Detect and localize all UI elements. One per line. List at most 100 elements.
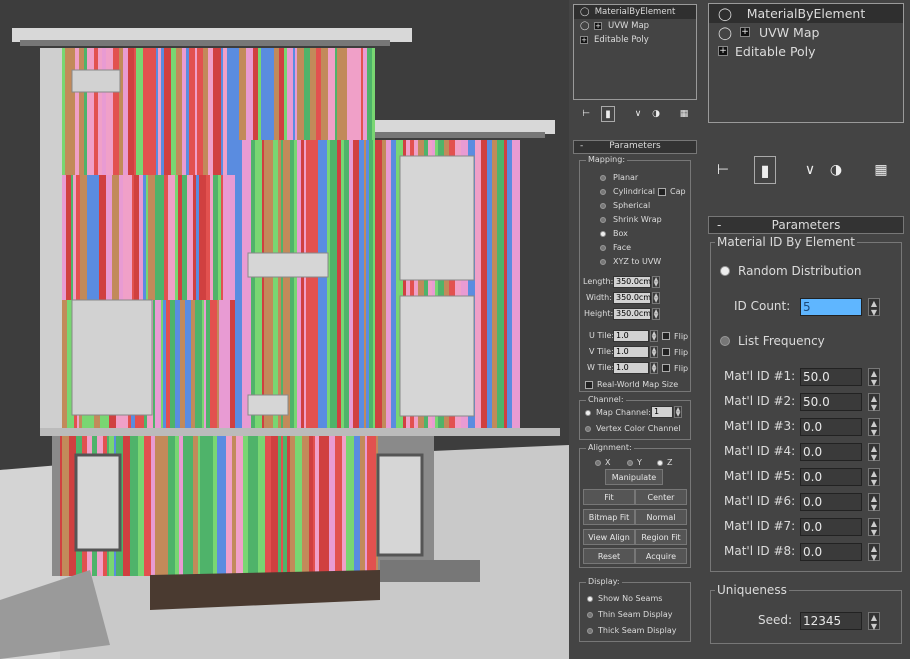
viewport[interactable] xyxy=(0,0,569,659)
show-end-result-icon[interactable]: ▮ xyxy=(754,156,776,184)
uvw-parameters-rollout[interactable]: - Parameters xyxy=(573,140,697,154)
seed-field[interactable]: 12345 xyxy=(800,612,862,630)
length-field[interactable]: 350.0cm xyxy=(613,276,651,288)
vertex-color-radio[interactable] xyxy=(585,426,591,432)
matl-id-spinner[interactable]: ▲ ▼ xyxy=(868,543,880,562)
wtile-field[interactable]: 1.0 xyxy=(613,362,649,374)
show-end-result-icon[interactable]: ▮ xyxy=(601,106,615,122)
display-radio-thin-seam-display[interactable] xyxy=(587,612,593,618)
expand-plus-icon[interactable]: + xyxy=(718,46,728,56)
stack-item-materialbyelement[interactable]: ◯ MaterialByElement xyxy=(709,4,903,23)
configure-sets-icon[interactable]: ▦ xyxy=(677,107,691,121)
id-count-spinner[interactable]: ▲ ▼ xyxy=(868,298,880,317)
expand-plus-icon[interactable]: + xyxy=(594,22,602,30)
pin-stack-icon[interactable]: ⊢ xyxy=(579,107,593,121)
mapping-radio-face[interactable] xyxy=(600,245,606,251)
height-field[interactable]: 350.0cm xyxy=(613,308,651,320)
mapping-option-label: Spherical xyxy=(613,201,651,210)
mapping-radio-box[interactable] xyxy=(600,231,606,237)
expand-plus-icon[interactable]: + xyxy=(740,27,750,37)
mapping-radio-cylindrical[interactable] xyxy=(600,189,606,195)
map-channel-field[interactable]: 1 xyxy=(651,406,673,418)
acquire-button[interactable]: Acquire xyxy=(635,548,687,564)
matl-id-field[interactable]: 50.0 xyxy=(800,368,862,386)
matl-id-spinner[interactable]: ▲ ▼ xyxy=(868,368,880,387)
configure-sets-icon[interactable]: ▦ xyxy=(870,160,892,180)
matl-id-field[interactable]: 50.0 xyxy=(800,393,862,411)
list-frequency-radio[interactable] xyxy=(720,336,730,346)
modifier-stack-small[interactable]: ◯ MaterialByElement ◯ + UVW Map + Editab… xyxy=(573,4,697,100)
matl-id-field[interactable]: 0.0 xyxy=(800,493,862,511)
matl-id-field[interactable]: 0.0 xyxy=(800,418,862,436)
center-button[interactable]: Center xyxy=(635,489,687,505)
width-field[interactable]: 350.0cm xyxy=(613,292,651,304)
rollout-title: Parameters xyxy=(609,141,661,151)
matl-id-spinner[interactable]: ▲ ▼ xyxy=(868,493,880,512)
wtile-spinner[interactable]: ▲ ▼ xyxy=(650,362,658,374)
mapping-radio-planar[interactable] xyxy=(600,175,606,181)
matl-id-spinner[interactable]: ▲ ▼ xyxy=(868,393,880,412)
matl-id-spinner[interactable]: ▲ ▼ xyxy=(868,418,880,437)
random-distribution-radio[interactable] xyxy=(720,266,730,276)
matl-id-field[interactable]: 0.0 xyxy=(800,443,862,461)
region-fit-button[interactable]: Region Fit xyxy=(635,529,687,545)
stack-item-editablepoly[interactable]: + Editable Poly xyxy=(709,42,903,61)
remove-modifier-icon[interactable]: ◑ xyxy=(649,107,663,121)
rollout-collapse-icon[interactable]: - xyxy=(717,217,721,233)
uflip-checkbox[interactable] xyxy=(662,332,670,340)
wflip-checkbox[interactable] xyxy=(662,364,670,372)
vflip-checkbox[interactable] xyxy=(662,348,670,356)
stack-item-uvwmap[interactable]: ◯ + UVW Map xyxy=(574,19,696,33)
expand-plus-icon[interactable]: + xyxy=(580,36,588,44)
matl-id-field[interactable]: 0.0 xyxy=(800,518,862,536)
remove-modifier-icon[interactable]: ◑ xyxy=(826,160,846,180)
mapping-radio-shrink-wrap[interactable] xyxy=(600,217,606,223)
lightbulb-icon[interactable]: ◯ xyxy=(580,19,590,33)
mapping-radio-spherical[interactable] xyxy=(600,203,606,209)
rollout-collapse-icon[interactable]: - xyxy=(580,141,583,151)
pin-stack-icon[interactable]: ⊢ xyxy=(712,160,734,180)
height-spinner[interactable]: ▲ ▼ xyxy=(652,308,660,320)
reset-button[interactable]: Reset xyxy=(583,548,635,564)
matl-id-field[interactable]: 0.0 xyxy=(800,543,862,561)
utile-spinner[interactable]: ▲ ▼ xyxy=(650,330,658,342)
normal-align-button[interactable]: Normal Align xyxy=(635,509,687,538)
axis-x-radio[interactable] xyxy=(595,460,601,466)
matl-id-spinner[interactable]: ▲ ▼ xyxy=(868,468,880,487)
mapping-option-label: Planar xyxy=(613,173,639,182)
display-radio-thick-seam-display[interactable] xyxy=(587,628,593,634)
id-count-field[interactable]: 5 xyxy=(800,298,862,316)
utile-field[interactable]: 1.0 xyxy=(613,330,649,342)
make-unique-icon[interactable]: ∨ xyxy=(631,107,645,121)
matl-id-field[interactable]: 0.0 xyxy=(800,468,862,486)
matl-id-spinner[interactable]: ▲ ▼ xyxy=(868,443,880,462)
vtile-field[interactable]: 1.0 xyxy=(613,346,649,358)
bitmap-fit-button[interactable]: Bitmap Fit xyxy=(583,509,635,525)
mbe-parameters-rollout[interactable]: - Parameters xyxy=(708,216,904,234)
view-align-button[interactable]: View Align xyxy=(583,529,635,545)
fit-button[interactable]: Fit xyxy=(583,489,635,505)
seed-spinner[interactable]: ▲ ▼ xyxy=(868,612,880,631)
manipulate-button[interactable]: Manipulate xyxy=(605,469,663,485)
lightbulb-icon[interactable]: ◯ xyxy=(718,23,732,42)
stack-item-uvwmap[interactable]: ◯ + UVW Map xyxy=(709,23,903,42)
stack-item-materialbyelement[interactable]: ◯ MaterialByElement xyxy=(574,5,696,19)
stack-toolbar-large: ⊢ ▮ ∨ ◑ ▦ xyxy=(708,154,904,184)
realworld-checkbox[interactable] xyxy=(585,381,593,389)
mapping-radio-xyz-to-uvw[interactable] xyxy=(600,259,606,265)
modifier-stack-large[interactable]: ◯ MaterialByElement ◯ + UVW Map + Editab… xyxy=(708,3,904,123)
map-channel-radio[interactable] xyxy=(585,410,591,416)
group-title: Material ID By Element xyxy=(715,235,857,249)
stack-item-editablepoly[interactable]: + Editable Poly xyxy=(574,33,696,47)
matl-id-spinner[interactable]: ▲ ▼ xyxy=(868,518,880,537)
length-spinner[interactable]: ▲ ▼ xyxy=(652,276,660,288)
width-spinner[interactable]: ▲ ▼ xyxy=(652,292,660,304)
axis-y-radio[interactable] xyxy=(627,460,633,466)
map-channel-spinner[interactable]: ▲ ▼ xyxy=(674,406,682,418)
viewport-render xyxy=(0,0,569,659)
vtile-spinner[interactable]: ▲ ▼ xyxy=(650,346,658,358)
display-radio-show-no-seams[interactable] xyxy=(587,596,593,602)
make-unique-icon[interactable]: ∨ xyxy=(800,160,820,180)
cap-checkbox[interactable] xyxy=(658,188,666,196)
axis-z-radio[interactable] xyxy=(657,460,663,466)
